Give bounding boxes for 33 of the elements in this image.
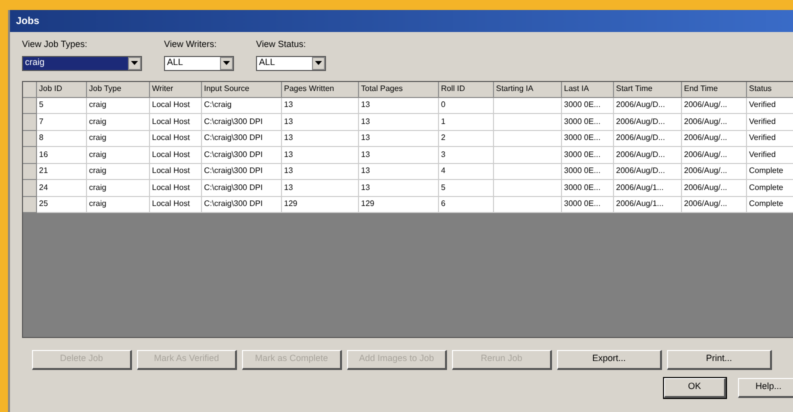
row-header[interactable] <box>23 114 37 130</box>
table-cell: 6 <box>439 196 494 213</box>
dialog-button[interactable]: Help... <box>738 378 793 398</box>
table-cell: 2006/Aug/1... <box>614 196 682 213</box>
dialog-button[interactable]: Export... <box>557 350 662 370</box>
dialog-button[interactable]: OK <box>664 378 726 398</box>
dialog-button[interactable]: Print... <box>667 350 772 370</box>
row-header[interactable] <box>23 98 37 114</box>
table-cell: 2006/Aug/... <box>682 196 747 213</box>
row-header[interactable] <box>23 164 37 180</box>
filter-label: View Writers: <box>164 38 218 51</box>
dropdown-value: ALL <box>166 56 184 70</box>
table-cell: 25 <box>37 196 87 213</box>
dropdown[interactable]: ALL <box>256 56 326 70</box>
table-cell: 129 <box>282 196 359 213</box>
table-cell: Local Host <box>150 196 202 213</box>
table-cell: craig <box>87 196 150 213</box>
filter-label: View Status: <box>256 38 307 51</box>
row-header[interactable] <box>23 180 37 196</box>
table-cell: Complete <box>747 196 793 213</box>
dropdown[interactable]: craig <box>22 56 142 70</box>
row-header[interactable] <box>23 196 37 213</box>
window-title: Jobs <box>16 14 40 28</box>
filter-label: View Job Types: <box>22 38 88 51</box>
row-header[interactable] <box>23 147 37 164</box>
dropdown-value: craig <box>23 56 128 70</box>
table-cell: 129 <box>359 196 439 213</box>
table-cell: 3000 0E... <box>562 196 614 213</box>
row-header[interactable] <box>23 130 37 147</box>
table-cell <box>494 196 562 213</box>
table-cell: C:\craig\300 DPI <box>202 196 282 213</box>
dropdown[interactable]: ALL <box>164 56 234 70</box>
dropdown-value: ALL <box>258 56 276 70</box>
